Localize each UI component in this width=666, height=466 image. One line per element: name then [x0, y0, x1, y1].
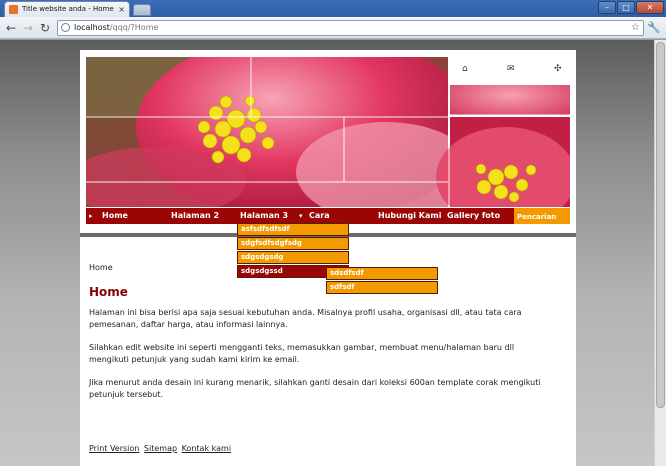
- menu-item-cara[interactable]: Cara: [309, 208, 330, 224]
- minimize-icon[interactable]: –: [598, 1, 616, 14]
- breadcrumb: Home: [89, 263, 113, 272]
- page-viewport: ⌂ ✉ ✣ ▸ Home Halaman 2 Halaman 3 ▾ Cara …: [0, 40, 654, 466]
- print-version-link[interactable]: Print Version: [89, 444, 139, 453]
- sitemap-link[interactable]: Sitemap: [144, 444, 177, 453]
- dropdown-item[interactable]: sdgsdgsdg: [237, 251, 349, 264]
- menu-item-home[interactable]: Home: [102, 208, 128, 224]
- vertical-scrollbar[interactable]: [654, 40, 666, 466]
- menu-item-hubungi-kami[interactable]: Hubungi Kami: [378, 208, 441, 224]
- browser-tab[interactable]: Title website anda - Home ×: [4, 1, 130, 17]
- menu-arrow-icon: ▸: [89, 212, 93, 220]
- paragraph-1: Halaman ini bisa berisi apa saja sesuai …: [89, 308, 522, 329]
- dropdown-arrow-icon: ▾: [299, 212, 303, 220]
- browser-titlebar: Title website anda - Home × – □ ✕: [0, 0, 666, 17]
- new-tab-button[interactable]: [133, 4, 151, 16]
- tab-close-icon[interactable]: ×: [118, 2, 125, 17]
- maximize-icon[interactable]: □: [617, 1, 635, 14]
- header-top-icons: ⌂ ✉ ✣: [448, 57, 570, 85]
- mail-icon[interactable]: ✉: [507, 64, 515, 74]
- kontak-kami-link[interactable]: Kontak kami: [182, 444, 231, 453]
- url-host: localhost: [74, 23, 110, 32]
- subdropdown-item[interactable]: sdsdfsdf: [326, 267, 438, 280]
- home-icon[interactable]: ⌂: [462, 64, 468, 74]
- address-bar[interactable]: localhost/qqq/?Home ☆: [57, 20, 644, 36]
- close-window-icon[interactable]: ✕: [636, 1, 664, 14]
- tab-title: Title website anda - Home: [22, 5, 114, 13]
- reload-icon[interactable]: ↻: [37, 20, 53, 36]
- back-arrow-icon[interactable]: ←: [3, 20, 19, 36]
- site-header: ⌂ ✉ ✣ ▸ Home Halaman 2 Halaman 3 ▾ Cara …: [80, 50, 576, 238]
- bookmark-star-icon[interactable]: ☆: [631, 21, 640, 35]
- subdropdown-item[interactable]: sdfsdf: [326, 281, 438, 294]
- footer-links: Print Version Sitemap Kontak kami: [89, 444, 233, 453]
- menu-item-gallery-foto[interactable]: Gallery foto: [447, 208, 500, 224]
- dropdown-item[interactable]: sdgfsdfsdgfsdg: [237, 237, 349, 250]
- menu-item-halaman-3[interactable]: Halaman 3: [240, 208, 288, 224]
- site-favicon-icon: [9, 5, 18, 14]
- paragraph-3: Jika menurut anda desain ini kurang mena…: [89, 378, 541, 399]
- page-info-icon[interactable]: [61, 23, 70, 32]
- dropdown-item[interactable]: asfsdfsdfsdf: [237, 223, 349, 236]
- sitemap-icon[interactable]: ✣: [554, 64, 562, 74]
- scrollbar-thumb[interactable]: [656, 42, 665, 408]
- url-path: /qqq/?Home: [109, 23, 159, 32]
- search-box[interactable]: Pencarian: [514, 208, 570, 224]
- browser-toolbar: ← → ↻ localhost/qqq/?Home ☆ 🔧: [0, 17, 666, 39]
- header-flower-image: ⌂ ✉ ✣: [86, 57, 570, 207]
- forward-arrow-icon[interactable]: →: [20, 20, 36, 36]
- main-menu: ▸ Home Halaman 2 Halaman 3 ▾ Cara Hubung…: [86, 208, 570, 224]
- menu-item-halaman-2[interactable]: Halaman 2: [171, 208, 219, 224]
- paragraph-2: Silahkan edit website ini seperti mengga…: [89, 343, 515, 364]
- window-controls: – □ ✕: [598, 1, 664, 14]
- wrench-menu-icon[interactable]: 🔧: [646, 20, 662, 36]
- page-title: Home: [89, 285, 128, 299]
